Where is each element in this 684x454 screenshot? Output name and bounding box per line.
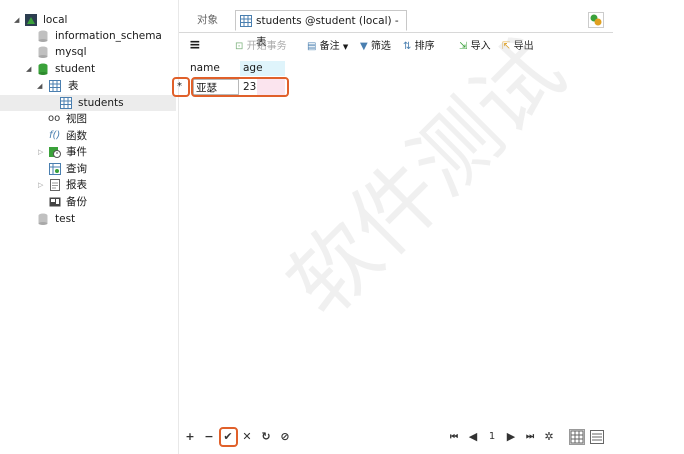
- tab-bar: 对象 students @student (local) - 表: [179, 10, 613, 48]
- note-button[interactable]: ▤ 备注 ▼: [307, 39, 348, 55]
- tree-item-label: students: [78, 97, 124, 109]
- last-page-icon[interactable]: ⏭: [523, 429, 537, 445]
- import-icon: ⇲: [459, 41, 468, 52]
- tree-item-label: 事件: [66, 146, 87, 158]
- table-icon: [240, 15, 252, 27]
- first-page-icon[interactable]: ⏮: [447, 429, 461, 445]
- tree-item-label: test: [55, 213, 76, 225]
- toolbar: ≡ ⊡ 开始事务 ▤ 备注 ▼ ▼ 筛选 ⇅ 排序 ⇲ 导入 ⇱ 导出: [179, 36, 613, 58]
- grid-view-icon[interactable]: [569, 429, 585, 445]
- note-label: 备注: [319, 41, 340, 52]
- tree-item-label: 视图: [66, 113, 87, 125]
- connection-icon: [25, 14, 37, 26]
- filter-button[interactable]: ▼ 筛选: [360, 39, 391, 55]
- add-record-icon[interactable]: +: [183, 429, 197, 445]
- tree-item-local[interactable]: ◢ local: [0, 12, 176, 28]
- expanded-arrow-icon[interactable]: ◢: [26, 61, 31, 77]
- tree-item-label: mysql: [55, 46, 87, 58]
- tree-item-label: 查询: [66, 163, 87, 175]
- function-icon: f(): [49, 130, 61, 141]
- database-icon: [38, 46, 48, 58]
- export-button[interactable]: ⇱ 导出: [502, 39, 534, 55]
- export-icon: ⇱: [502, 41, 511, 52]
- expanded-arrow-icon[interactable]: ◢: [37, 78, 42, 94]
- collapsed-arrow-icon[interactable]: ▷: [38, 177, 43, 193]
- database-icon: [38, 30, 48, 42]
- database-icon: [38, 63, 48, 75]
- tree-item-queries[interactable]: 查询: [0, 161, 176, 177]
- transaction-icon: ⊡: [235, 41, 244, 52]
- menu-icon[interactable]: ≡: [189, 37, 201, 53]
- database-icon: [38, 213, 48, 225]
- tree-item-label: 备份: [66, 196, 87, 208]
- sort-label: 排序: [414, 41, 435, 52]
- discard-changes-icon[interactable]: ✕: [240, 429, 254, 445]
- table-icon: [60, 97, 72, 109]
- tab-objects[interactable]: 对象: [197, 10, 218, 31]
- tree-item-events[interactable]: ▷ 事件: [0, 144, 176, 160]
- form-view-icon[interactable]: [589, 429, 605, 445]
- tree-item-label: 表: [68, 80, 79, 92]
- settings-icon[interactable]: ✲: [542, 429, 556, 445]
- stop-icon[interactable]: ⊘: [278, 429, 292, 445]
- sort-icon: ⇅: [403, 41, 412, 52]
- table-icon: [49, 80, 61, 92]
- report-icon: [50, 179, 60, 191]
- navigation-tree: ◢ local information_schema mysql ◢ stude…: [0, 0, 176, 454]
- import-label: 导入: [470, 41, 491, 52]
- tree-item-students[interactable]: students: [0, 95, 176, 111]
- new-row-marker: *: [177, 81, 182, 92]
- tree-item-label: 函数: [66, 130, 87, 142]
- column-header-name[interactable]: name: [190, 61, 238, 76]
- tree-item-label: student: [55, 63, 96, 75]
- tree-item-backups[interactable]: 备份: [0, 194, 176, 210]
- refresh-icon[interactable]: ↻: [259, 429, 273, 445]
- export-label: 导出: [513, 41, 534, 52]
- expanded-arrow-icon[interactable]: ◢: [14, 12, 19, 28]
- tree-item-label: information_schema: [55, 30, 162, 42]
- column-header-age[interactable]: age: [240, 61, 285, 76]
- tree-item-reports[interactable]: ▷ 报表: [0, 177, 176, 193]
- add-table-icon[interactable]: [588, 12, 604, 28]
- event-icon: [49, 147, 61, 158]
- sort-button[interactable]: ⇅ 排序: [403, 39, 435, 55]
- previous-page-icon[interactable]: ◀: [466, 429, 480, 445]
- filter-label: 筛选: [370, 41, 391, 52]
- begin-transaction-button[interactable]: ⊡ 开始事务: [235, 39, 287, 55]
- page-number[interactable]: 1: [485, 429, 499, 445]
- import-button[interactable]: ⇲ 导入: [459, 39, 491, 55]
- delete-record-icon[interactable]: −: [202, 429, 216, 445]
- next-page-icon[interactable]: ▶: [504, 429, 518, 445]
- tree-item-tables[interactable]: ◢ 表: [0, 78, 176, 94]
- tree-item-database[interactable]: information_schema: [0, 28, 176, 44]
- tree-item-functions[interactable]: f() 函数: [0, 128, 176, 144]
- tree-item-database[interactable]: mysql: [0, 44, 176, 60]
- note-icon: ▤: [307, 41, 317, 52]
- chevron-down-icon: ▼: [342, 43, 349, 51]
- begin-transaction-label: 开始事务: [246, 41, 287, 52]
- collapsed-arrow-icon[interactable]: ▷: [38, 144, 43, 160]
- query-icon: [49, 163, 61, 175]
- backup-icon: [49, 197, 61, 207]
- row-highlight-box: [191, 77, 289, 97]
- table-data-panel: 对象 students @student (local) - 表 ≡ ⊡ 开始事…: [178, 0, 613, 454]
- tree-item-database[interactable]: ◢ student: [0, 61, 176, 77]
- tab-students-table[interactable]: students @student (local) - 表: [235, 10, 407, 48]
- tree-item-database[interactable]: test: [0, 211, 176, 227]
- filter-icon: ▼: [360, 41, 368, 52]
- bottom-toolbar: + − ✔ ✕ ↻ ⊘ ⏮ ◀ 1 ▶ ⏭ ✲: [179, 426, 613, 448]
- view-icon: oo: [48, 113, 61, 124]
- apply-highlight-box: [219, 427, 238, 447]
- tree-item-label: 报表: [66, 179, 87, 191]
- tree-item-views[interactable]: oo 视图: [0, 111, 176, 127]
- connection-label: local: [43, 14, 68, 26]
